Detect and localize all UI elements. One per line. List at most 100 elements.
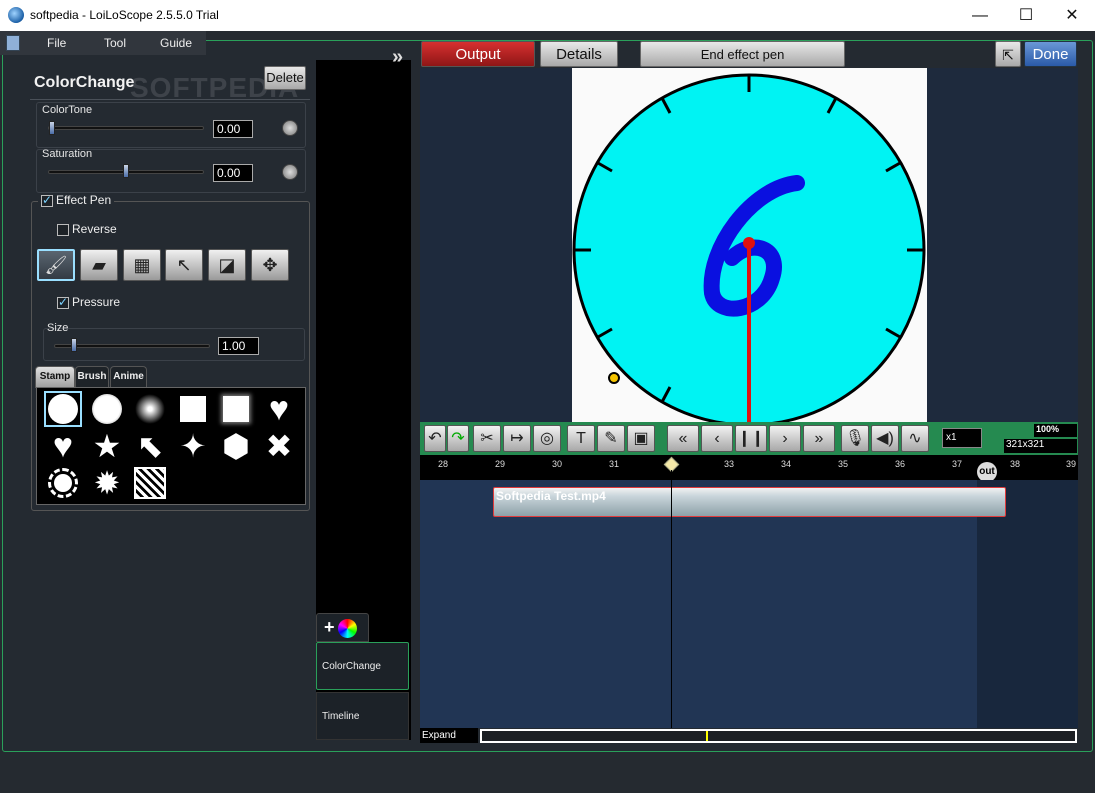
microphone-icon[interactable]: 🎙 <box>841 425 869 452</box>
colortone-slider-handle[interactable] <box>49 121 55 135</box>
timeline-out-region <box>977 480 1078 728</box>
ruler-tick: 33 <box>724 459 735 469</box>
menu-guide[interactable]: Guide <box>160 36 192 50</box>
save-icon[interactable] <box>6 35 20 51</box>
ruler-tick: 37 <box>952 459 963 469</box>
move-tool-button[interactable]: ✥ <box>251 249 289 281</box>
reverse-check-icon[interactable] <box>57 223 69 236</box>
soft-square-stamp[interactable] <box>217 391 255 427</box>
heart-stamp[interactable]: ♥ <box>260 390 298 428</box>
minimize-button[interactable]: — <box>957 0 1003 31</box>
reverse-checkbox[interactable]: Reverse <box>57 222 117 236</box>
delete-button[interactable]: Delete <box>264 66 306 90</box>
square-stamp[interactable] <box>174 391 212 427</box>
ruler-tick: 34 <box>781 459 792 469</box>
colortone-slider[interactable] <box>48 126 204 130</box>
plus-icon: + <box>324 617 335 637</box>
out-point-marker[interactable]: out <box>977 462 997 482</box>
details-tab[interactable]: Details <box>540 41 618 67</box>
menu-tool[interactable]: Tool <box>104 36 126 50</box>
done-button[interactable]: Done <box>1024 41 1077 67</box>
mask-icon[interactable]: ◎ <box>533 425 561 452</box>
menu-file[interactable]: File <box>47 36 66 50</box>
saturation-label: Saturation <box>42 148 93 160</box>
colortone-value-input[interactable]: 0.00 <box>213 120 253 138</box>
eraser-tool-button[interactable]: ▰ <box>80 249 118 281</box>
fill-tool-button[interactable]: ◪ <box>208 249 246 281</box>
end-effect-pen-button[interactable]: End effect pen <box>640 41 845 67</box>
video-preview[interactable] <box>572 68 927 422</box>
effect-pen-checkbox[interactable]: Effect Pen <box>38 193 115 207</box>
timeline-scrollbar[interactable] <box>480 729 1077 743</box>
ruler-tick: 30 <box>552 459 563 469</box>
star-stamp[interactable]: ★ <box>88 428 126 464</box>
saturation-value-input[interactable]: 0.00 <box>213 164 253 182</box>
sidebar-tab-timeline[interactable]: Timeline <box>316 692 409 740</box>
clip-title: Softpedia Test.mp4 <box>496 489 606 503</box>
close-button[interactable]: ✕ <box>1049 0 1095 31</box>
fast-forward-icon[interactable]: » <box>803 425 835 452</box>
arrow-stamp[interactable]: ⬉ <box>131 428 169 464</box>
pressure-label: Pressure <box>72 295 121 309</box>
burst-stamp[interactable]: ✹ <box>88 465 126 501</box>
waveform-icon[interactable]: ∿ <box>901 425 929 452</box>
maximize-button[interactable]: ☐ <box>1003 0 1049 31</box>
image-brush-tool-button[interactable]: ▦ <box>123 249 161 281</box>
expand-select[interactable]: Expand <box>420 728 478 743</box>
rewind-icon[interactable]: « <box>667 425 699 452</box>
brush-tool-button[interactable]: 🖌 <box>37 249 75 281</box>
soft-circle-stamp[interactable] <box>88 391 126 427</box>
colortone-reset-icon[interactable] <box>282 120 298 136</box>
ruler-tick: 35 <box>838 459 849 469</box>
undo-icon[interactable]: ↶ <box>424 425 446 452</box>
text-icon[interactable]: T <box>567 425 595 452</box>
split-icon[interactable]: ↦ <box>503 425 531 452</box>
saturation-reset-icon[interactable] <box>282 164 298 180</box>
sidebar-tab-colorchange[interactable]: ColorChange <box>316 642 409 690</box>
pause-icon[interactable]: ❙❙ <box>735 425 767 452</box>
image-brush-icon: ▦ <box>133 254 151 275</box>
scrollbar-position-marker <box>706 731 708 741</box>
color-wheel-icon <box>338 619 357 638</box>
select-tool-button[interactable]: ↖ <box>165 249 203 281</box>
ruler-tick: 38 <box>1010 459 1021 469</box>
resolution-select[interactable]: 321x321 <box>1004 439 1077 453</box>
collapse-chevron-icon[interactable]: » <box>392 46 403 69</box>
tab-brush[interactable]: Brush <box>75 366 109 388</box>
circle-stamp[interactable] <box>44 391 82 427</box>
ruler-tick: 29 <box>495 459 506 469</box>
tab-anime[interactable]: Anime <box>110 366 147 388</box>
divider <box>30 99 310 100</box>
cross-stamp[interactable]: ✖ <box>260 428 298 464</box>
saturation-slider-handle[interactable] <box>123 164 129 178</box>
pressure-check-icon[interactable] <box>57 295 69 309</box>
output-tab[interactable]: Output <box>421 41 535 67</box>
speed-select[interactable]: x1 <box>942 428 982 448</box>
app-icon <box>8 7 24 23</box>
volume-icon[interactable]: ◀) <box>871 425 899 452</box>
effect-pen-check-icon[interactable] <box>41 193 53 207</box>
add-effect-button[interactable]: + <box>316 613 369 642</box>
expand-icon[interactable]: ⇱ <box>995 41 1021 67</box>
zoom-select[interactable]: 100% <box>1034 424 1077 437</box>
ring-stamp[interactable] <box>44 465 82 501</box>
size-slider-handle[interactable] <box>71 338 77 352</box>
size-slider[interactable] <box>54 344 210 348</box>
prev-frame-icon[interactable]: ‹ <box>701 425 733 452</box>
colortone-label: ColorTone <box>42 104 93 116</box>
scissors-icon[interactable]: ✂ <box>473 425 501 452</box>
window-titlebar: softpedia - LoiLoScope 2.5.5.0 Trial — ☐… <box>0 0 1095 31</box>
tab-stamp[interactable]: Stamp <box>35 366 75 388</box>
sparkle-stamp[interactable]: ✦ <box>174 428 212 464</box>
pen-icon[interactable]: ✎ <box>597 425 625 452</box>
clock-frame-image <box>572 73 926 422</box>
heart-stamp-2[interactable]: ♥ <box>44 427 82 465</box>
size-value-input[interactable]: 1.00 <box>218 337 259 355</box>
pressure-checkbox[interactable]: Pressure <box>57 295 120 309</box>
hatched-diamond-stamp[interactable] <box>131 465 169 501</box>
redo-icon[interactable]: ↷ <box>447 425 469 452</box>
next-frame-icon[interactable]: › <box>769 425 801 452</box>
snapshot-icon[interactable]: ▣ <box>627 425 655 452</box>
hexagon-stamp[interactable]: ⬢ <box>217 428 255 464</box>
blur-circle-stamp[interactable] <box>131 391 169 427</box>
